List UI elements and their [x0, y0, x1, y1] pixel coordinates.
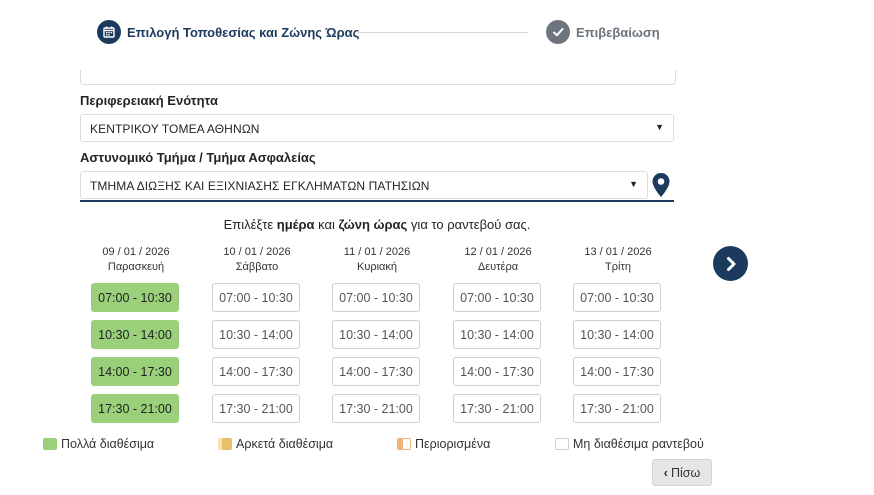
- legend-label: Αρκετά διαθέσιμα: [236, 437, 334, 451]
- legend-many-available: Πολλά διαθέσιμα: [43, 437, 154, 451]
- day-date: 10 / 01 / 2026: [223, 246, 291, 258]
- region-select-value: ΚΕΝΤΡΙΚΟΥ ΤΟΜΕΑ ΑΘΗΝΩΝ: [90, 122, 260, 136]
- time-slot[interactable]: 10:30 - 14:00: [453, 320, 541, 349]
- instruction-part: και: [314, 217, 339, 232]
- legend-swatch-green: [43, 438, 57, 450]
- time-slot[interactable]: 07:00 - 10:30: [573, 283, 661, 312]
- day-column: 09 / 01 / 2026 Παρασκευή 07:00 - 10:30 1…: [86, 246, 186, 423]
- legend-swatch-orange: [397, 438, 411, 450]
- instruction-bold: ημέρα: [276, 217, 315, 232]
- check-icon: [546, 20, 570, 44]
- department-select-value: ΤΜΗΜΑ ΔΙΩΞΗΣ ΚΑΙ ΕΞΙΧΝΙΑΣΗΣ ΕΓΚΛΗΜΑΤΩΝ Π…: [90, 179, 430, 193]
- time-slot[interactable]: 07:00 - 10:30: [453, 283, 541, 312]
- map-pin-icon[interactable]: [652, 173, 670, 202]
- region-label: Περιφερειακή Ενότητα: [80, 93, 218, 108]
- day-date: 12 / 01 / 2026: [464, 246, 532, 258]
- legend-enough-available: Αρκετά διαθέσιμα: [218, 437, 333, 451]
- day-date: 11 / 01 / 2026: [343, 246, 411, 258]
- time-slot[interactable]: 07:00 - 10:30: [332, 283, 420, 312]
- day-name: Τρίτη: [605, 261, 631, 273]
- next-days-button[interactable]: [713, 246, 748, 281]
- department-select[interactable]: ΤΜΗΜΑ ΔΙΩΞΗΣ ΚΑΙ ΕΞΙΧΝΙΑΣΗΣ ΕΓΚΛΗΜΑΤΩΝ Π…: [80, 171, 648, 199]
- day-name: Δευτέρα: [477, 261, 519, 273]
- department-label: Αστυνομικό Τμήμα / Τμήμα Ασφαλείας: [80, 150, 316, 165]
- step-connector: [358, 32, 528, 33]
- time-slot[interactable]: 14:00 - 17:30: [573, 357, 661, 386]
- step-label: Επιλογή Τοποθεσίας και Ζώνης Ώρας: [127, 24, 360, 40]
- day-date: 13 / 01 / 2026: [584, 246, 652, 258]
- back-button[interactable]: ‹ Πίσω: [652, 459, 712, 486]
- time-slot[interactable]: 07:00 - 10:30: [212, 283, 300, 312]
- time-slot[interactable]: 10:30 - 14:00: [91, 320, 179, 349]
- day-column: 12 / 01 / 2026 Δευτέρα 07:00 - 10:30 10:…: [448, 246, 548, 423]
- day-name: Σάββατο: [235, 261, 279, 273]
- time-slot[interactable]: 10:30 - 14:00: [332, 320, 420, 349]
- time-slot[interactable]: 10:30 - 14:00: [573, 320, 661, 349]
- legend-limited: Περιορισμένα: [397, 437, 490, 451]
- time-slot[interactable]: 14:00 - 17:30: [91, 357, 179, 386]
- instruction-part: Επιλέξτε: [223, 217, 277, 232]
- time-slot[interactable]: 14:00 - 17:30: [212, 357, 300, 386]
- back-button-label: Πίσω: [670, 465, 701, 480]
- caret-down-icon: ▼: [655, 122, 664, 132]
- time-slot[interactable]: 17:30 - 21:00: [212, 394, 300, 423]
- instruction-bold: ζώνη ώρας: [338, 217, 408, 232]
- previous-select-field[interactable]: [80, 70, 676, 85]
- day-name: Κυριακή: [356, 261, 398, 273]
- day-column: 13 / 01 / 2026 Τρίτη 07:00 - 10:30 10:30…: [568, 246, 668, 423]
- time-slot[interactable]: 17:30 - 21:00: [332, 394, 420, 423]
- step-confirmation: Επιβεβαίωση: [546, 20, 660, 44]
- day-name: Παρασκευή: [107, 261, 165, 273]
- caret-down-icon: ▼: [629, 179, 638, 189]
- time-slot[interactable]: 17:30 - 21:00: [91, 394, 179, 423]
- department-underline: [80, 200, 674, 202]
- region-select[interactable]: ΚΕΝΤΡΙΚΟΥ ΤΟΜΕΑ ΑΘΗΝΩΝ ▼: [80, 114, 674, 142]
- legend-unavailable: Μη διαθέσιμα ραντεβού: [555, 437, 704, 451]
- time-slot[interactable]: 17:30 - 21:00: [573, 394, 661, 423]
- calendar-icon: [97, 20, 121, 44]
- step-location-timezone: Επιλογή Τοποθεσίας και Ζώνης Ώρας: [97, 20, 359, 44]
- time-slot[interactable]: 14:00 - 17:30: [332, 357, 420, 386]
- day-date: 09 / 01 / 2026: [102, 246, 170, 258]
- instruction-part: για το ραντεβού σας.: [407, 217, 531, 232]
- day-column: 10 / 01 / 2026 Σάββατο 07:00 - 10:30 10:…: [207, 246, 307, 423]
- time-slot[interactable]: 17:30 - 21:00: [453, 394, 541, 423]
- time-slot[interactable]: 14:00 - 17:30: [453, 357, 541, 386]
- legend-swatch-empty: [555, 438, 569, 450]
- instruction-text: Επιλέξτε ημέρα και ζώνη ώρας για το ραντ…: [0, 217, 754, 232]
- day-column: 11 / 01 / 2026 Κυριακή 07:00 - 10:30 10:…: [327, 246, 427, 423]
- legend-label: Πολλά διαθέσιμα: [61, 437, 155, 451]
- time-slot[interactable]: 07:00 - 10:30: [91, 283, 179, 312]
- legend-label: Περιορισμένα: [415, 437, 491, 451]
- chevron-left-icon: ‹: [663, 465, 668, 480]
- step-label: Επιβεβαίωση: [576, 24, 660, 40]
- time-slot[interactable]: 10:30 - 14:00: [212, 320, 300, 349]
- legend-swatch-yellow: [218, 438, 232, 450]
- chevron-right-icon: [726, 256, 735, 271]
- progress-stepper: Επιλογή Τοποθεσίας και Ζώνης Ώρας Επιβεβ…: [0, 0, 874, 62]
- legend-label: Μη διαθέσιμα ραντεβού: [573, 437, 704, 451]
